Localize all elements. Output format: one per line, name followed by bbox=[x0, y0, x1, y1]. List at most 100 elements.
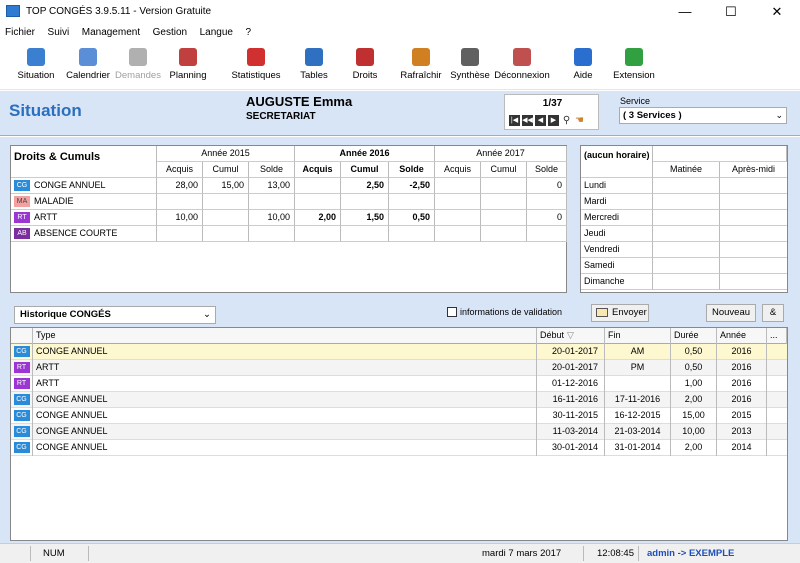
history-cell-debut: 20-01-2017 bbox=[537, 360, 605, 376]
schedule-morning-cell[interactable] bbox=[653, 178, 720, 194]
toolbar-button-aide[interactable]: Aide bbox=[568, 46, 598, 88]
send-button[interactable]: Envoyer bbox=[591, 304, 649, 322]
history-cell-debut: 11-03-2014 bbox=[537, 424, 605, 440]
schedule-afternoon-cell[interactable] bbox=[720, 274, 787, 290]
status-divider bbox=[638, 546, 639, 561]
history-column-label: ... bbox=[770, 330, 778, 340]
schedule-afternoon-cell[interactable] bbox=[720, 178, 787, 194]
leave-type-badge: CG bbox=[13, 410, 30, 422]
history-cell-annee: 2016 bbox=[717, 376, 767, 392]
menu-fichier[interactable]: Fichier bbox=[0, 24, 40, 42]
toolbar-label: Situation bbox=[17, 70, 55, 81]
rights-row-label[interactable]: AB ABSENCE COURTE bbox=[11, 226, 157, 242]
history-row[interactable]: CG CONGE ANNUEL 11-03-2014 21-03-2014 10,00 2… bbox=[11, 424, 787, 440]
schedule-morning-cell[interactable] bbox=[653, 274, 720, 290]
toolbar-button-deconnexion[interactable]: Déconnexion bbox=[492, 46, 552, 88]
history-cell-debut: 01-12-2016 bbox=[537, 376, 605, 392]
toolbar-button-synthese[interactable]: Synthèse bbox=[448, 46, 492, 88]
rights-value-cell bbox=[435, 194, 481, 210]
schedule-morning-cell[interactable] bbox=[653, 210, 720, 226]
rights-subcol-header: Solde bbox=[249, 162, 295, 178]
minimize-button[interactable]: — bbox=[662, 0, 708, 24]
situation-icon bbox=[27, 48, 45, 66]
calendar-icon bbox=[79, 48, 97, 66]
rights-row-label[interactable]: RT ARTT bbox=[11, 210, 157, 226]
rights-row-label[interactable]: CG CONGE ANNUEL bbox=[11, 178, 157, 194]
toolbar-button-tables[interactable]: Tables bbox=[294, 46, 334, 88]
window-title: TOP CONGÉS 3.9.5.11 - Version Gratuite bbox=[26, 6, 212, 17]
history-cell-fin: PM bbox=[605, 360, 671, 376]
toolbar-button-demandes: Demandes bbox=[114, 46, 162, 88]
menu-gestion[interactable]: Gestion bbox=[148, 24, 192, 42]
history-row[interactable]: RT ARTT 20-01-2017 PM 0,50 2016 bbox=[11, 360, 787, 376]
history-column-header[interactable]: Type bbox=[33, 328, 537, 344]
history-badge-cell: CG bbox=[11, 392, 33, 408]
schedule-afternoon-cell[interactable] bbox=[720, 194, 787, 210]
rights-value-cell bbox=[527, 194, 567, 210]
nav-first-button[interactable]: |◀ bbox=[509, 115, 520, 126]
nav-prev-page-button[interactable]: ◀◀ bbox=[522, 115, 533, 126]
toolbar-button-planning[interactable]: Planning bbox=[166, 46, 210, 88]
history-row[interactable]: CG CONGE ANNUEL 16-11-2016 17-11-2016 2,00 20… bbox=[11, 392, 787, 408]
ampersand-button[interactable]: & bbox=[762, 304, 784, 322]
toolbar-label: Tables bbox=[300, 70, 328, 81]
menu-help[interactable]: ? bbox=[241, 24, 257, 42]
maximize-button[interactable]: ☐ bbox=[708, 0, 754, 24]
history-column-header[interactable]: Durée bbox=[671, 328, 717, 344]
rights-value-cell bbox=[481, 210, 527, 226]
schedule-morning-cell[interactable] bbox=[653, 226, 720, 242]
history-row[interactable]: CG CONGE ANNUEL 30-01-2014 31-01-2014 2,00 20… bbox=[11, 440, 787, 456]
history-badge-cell: RT bbox=[11, 360, 33, 376]
schedule-afternoon-cell[interactable] bbox=[720, 210, 787, 226]
search-icon[interactable]: ⚲ bbox=[561, 115, 572, 126]
rights-table: Droits & Cumuls Année 2015 Année 2016 Année… bbox=[10, 145, 567, 293]
schedule-morning-cell[interactable] bbox=[653, 242, 720, 258]
history-row[interactable]: CG CONGE ANNUEL 30-11-2015 16-12-2015 15,00 2… bbox=[11, 408, 787, 424]
num-lock-indicator: NUM bbox=[43, 548, 65, 559]
history-column-header[interactable]: Fin bbox=[605, 328, 671, 344]
toolbar-button-rafraichir[interactable]: Rafraîchir bbox=[396, 46, 446, 88]
nav-prev-button[interactable]: ◀ bbox=[535, 115, 546, 126]
nav-next-button[interactable]: ▶ bbox=[548, 115, 559, 126]
toolbar-label: Extension bbox=[613, 70, 655, 81]
schedule-morning-cell[interactable] bbox=[653, 258, 720, 274]
toolbar-button-calendrier[interactable]: Calendrier bbox=[64, 46, 112, 88]
schedule-spacer bbox=[653, 146, 787, 162]
toolbar-button-statistiques[interactable]: Statistiques bbox=[226, 46, 286, 88]
history-column-header[interactable]: Début ▽ bbox=[537, 328, 605, 344]
validation-checkbox[interactable] bbox=[447, 307, 457, 317]
rights-value-cell bbox=[203, 210, 249, 226]
schedule-morning-cell[interactable] bbox=[653, 194, 720, 210]
history-cell-duree: 2,00 bbox=[671, 440, 717, 456]
menu-suivi[interactable]: Suivi bbox=[43, 24, 75, 42]
history-cell-annee: 2016 bbox=[717, 360, 767, 376]
history-row[interactable]: RT ARTT 01-12-2016 1,00 2016 bbox=[11, 376, 787, 392]
menu-langue[interactable]: Langue bbox=[195, 24, 238, 42]
tables-icon bbox=[305, 48, 323, 66]
history-badge-cell: CG bbox=[11, 440, 33, 456]
schedule-afternoon-cell[interactable] bbox=[720, 242, 787, 258]
rights-row-label[interactable]: MA MALADIE bbox=[11, 194, 157, 210]
toolbar-button-situation[interactable]: Situation bbox=[12, 46, 60, 88]
close-button[interactable]: ✕ bbox=[754, 0, 800, 24]
logout-icon bbox=[513, 48, 531, 66]
new-button[interactable]: Nouveau bbox=[706, 304, 756, 322]
history-row[interactable]: CG CONGE ANNUEL 20-01-2017 AM 0,50 2016 bbox=[11, 344, 787, 360]
toolbar-label: Calendrier bbox=[66, 70, 110, 81]
schedule-afternoon-cell[interactable] bbox=[720, 258, 787, 274]
history-select[interactable]: Historique CONGÉS ⌄ bbox=[14, 306, 216, 324]
schedule-afternoon-cell[interactable] bbox=[720, 226, 787, 242]
rights-value-cell: 10,00 bbox=[157, 210, 203, 226]
history-column-header[interactable]: ... bbox=[767, 328, 787, 344]
rights-value-cell: 2,00 bbox=[295, 210, 341, 226]
menu-management[interactable]: Management bbox=[77, 24, 145, 42]
history-column-header[interactable]: Année bbox=[717, 328, 767, 344]
toolbar-button-extension[interactable]: Extension bbox=[610, 46, 658, 88]
toolbar-button-droits[interactable]: Droits bbox=[345, 46, 385, 88]
status-user: admin -> EXEMPLE bbox=[647, 548, 735, 559]
history-cell-annee: 2013 bbox=[717, 424, 767, 440]
hand-icon[interactable]: ☚ bbox=[574, 115, 585, 126]
history-cell-extra bbox=[767, 344, 787, 360]
service-select[interactable]: ( 3 Services ) ⌄ bbox=[619, 107, 787, 124]
status-time: 12:08:45 bbox=[597, 548, 634, 559]
